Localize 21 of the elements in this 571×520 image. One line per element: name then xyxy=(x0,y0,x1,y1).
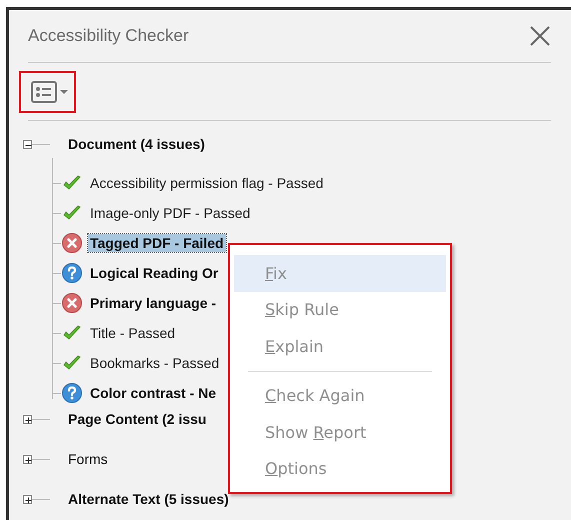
tree-item[interactable]: Logical Reading Or xyxy=(88,264,220,282)
tree-category[interactable]: Document (4 issues) xyxy=(68,136,205,152)
tree-item[interactable]: Title - Passed xyxy=(88,324,178,342)
close-icon[interactable] xyxy=(529,25,551,47)
tree-item[interactable]: Color contrast - Ne xyxy=(88,384,218,402)
collapse-icon[interactable] xyxy=(23,140,32,148)
tree-item[interactable]: Image-only PDF - Passed xyxy=(88,204,252,222)
tree-item[interactable]: Tagged PDF - Failed xyxy=(88,234,226,252)
expand-icon[interactable] xyxy=(23,454,32,464)
tree-item[interactable]: Primary language - xyxy=(88,294,218,312)
tree-item[interactable]: Bookmarks - Passed xyxy=(88,354,222,372)
caret-icon xyxy=(60,88,68,94)
expand-icon[interactable] xyxy=(23,494,32,504)
options-button[interactable] xyxy=(19,70,76,112)
tree-category[interactable]: Page Content (2 issu xyxy=(68,411,206,427)
list-icon xyxy=(31,80,57,102)
tree-item[interactable]: Accessibility permission flag - Passed xyxy=(88,174,326,192)
tree-category[interactable]: Forms xyxy=(68,451,108,467)
window-title: Accessibility Checker xyxy=(28,26,189,46)
tree-category[interactable]: Alternate Text (5 issues) xyxy=(68,491,229,507)
expand-icon[interactable] xyxy=(23,414,32,424)
